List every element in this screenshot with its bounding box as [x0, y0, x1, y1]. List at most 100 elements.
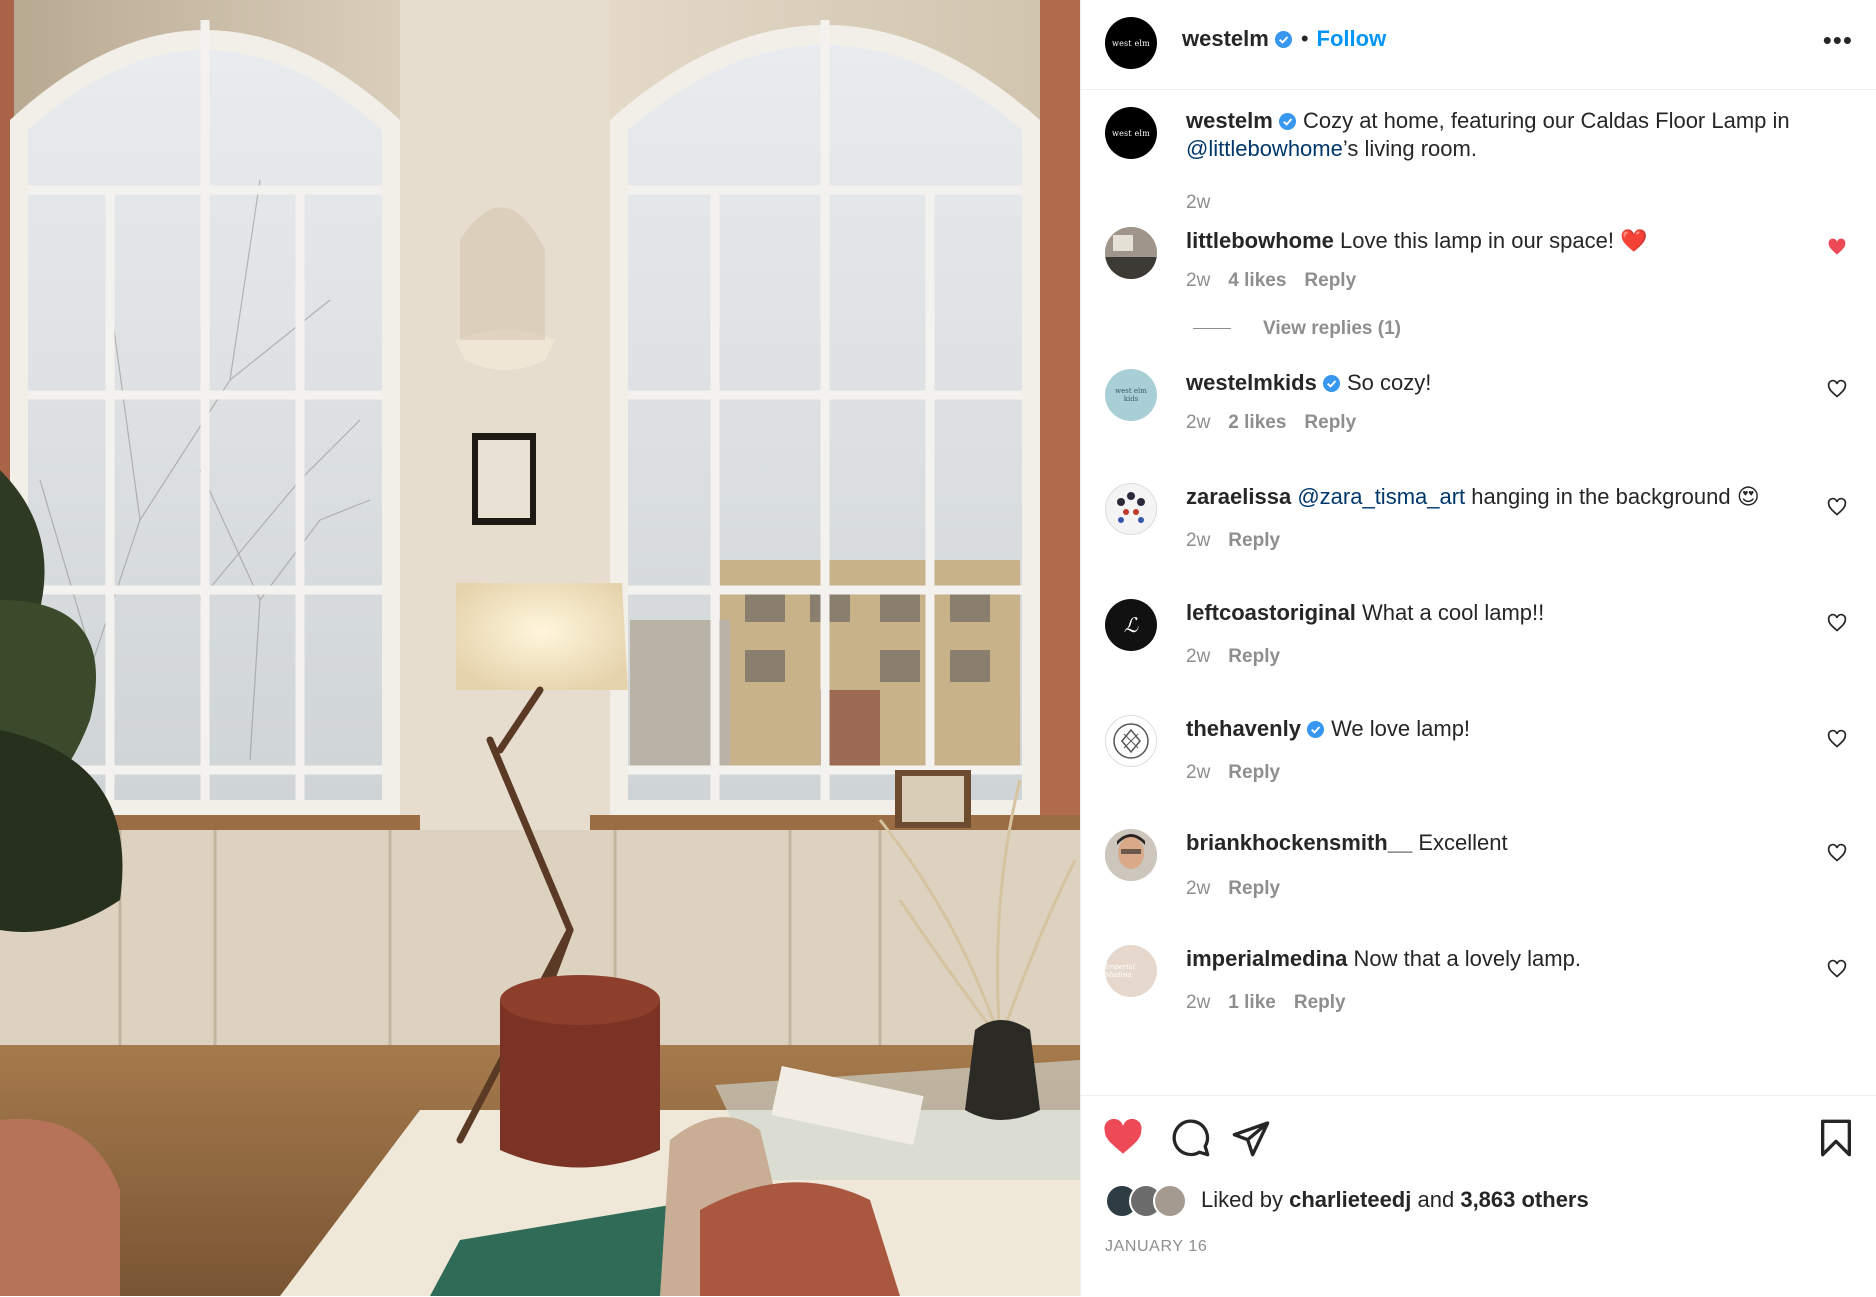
avatar-monogram: ℒ [1123, 613, 1139, 637]
author-avatar[interactable]: west elm [1105, 17, 1157, 69]
liked-by-prefix: Liked by [1201, 1187, 1283, 1212]
comment-body: Love this lamp in our space! [1340, 228, 1614, 253]
comment-time: 2w [1186, 270, 1211, 291]
comment-meta: 2w Reply [1186, 878, 1298, 900]
comment-text: imperialmedina Now that a lovely lamp. [1186, 945, 1806, 973]
reply-button[interactable]: Reply [1304, 412, 1356, 433]
liker-avatar [1153, 1184, 1187, 1218]
comments-list[interactable]: west elm westelm Cozy at home, featuring… [1081, 90, 1876, 1095]
post-photo[interactable] [0, 0, 1080, 1296]
reply-button[interactable]: Reply [1304, 270, 1356, 291]
reply-button[interactable]: Reply [1228, 762, 1280, 783]
commenter-avatar[interactable]: west elm kids [1105, 369, 1157, 421]
heart-outline-icon[interactable] [1827, 613, 1847, 633]
comment-body: Now that a lovely lamp. [1353, 946, 1581, 971]
comment-time: 2w [1186, 412, 1211, 433]
verified-badge-icon [1306, 720, 1324, 739]
reply-button[interactable]: Reply [1228, 646, 1280, 667]
comment-time: 2w [1186, 530, 1211, 551]
liked-heart-icon[interactable] [1827, 237, 1847, 257]
comment-username[interactable]: briankhockensmith__ [1186, 830, 1412, 855]
heart-outline-icon[interactable] [1827, 497, 1847, 517]
avatar-logo-text: west elm kids [1115, 387, 1147, 403]
save-bookmark-icon[interactable] [1819, 1118, 1853, 1158]
liker-avatars [1105, 1184, 1193, 1218]
likes-summary[interactable]: Liked by charlieteedj and 3,863 others [1105, 1184, 1589, 1218]
comment-meta: 2w 1 like Reply [1186, 992, 1364, 1014]
liked-by-others[interactable]: 3,863 others [1460, 1187, 1588, 1213]
comment-emoji: ❤️ [1620, 228, 1648, 253]
comment-meta: 2w Reply [1186, 762, 1298, 784]
reply-button[interactable]: Reply [1228, 530, 1280, 551]
caption-body: Cozy at home, featuring our Caldas Floor… [1302, 108, 1790, 133]
avatar-logo-text: Imperial Medina [1105, 963, 1136, 979]
follow-button[interactable]: Follow [1317, 26, 1387, 51]
comment-likes[interactable]: 4 likes [1228, 270, 1286, 291]
comment-emoji: 😍 [1736, 484, 1760, 509]
commenter-avatar[interactable] [1105, 483, 1157, 535]
comment-text: zaraelissa @zara_tisma_art hanging in th… [1186, 483, 1806, 511]
heart-outline-icon[interactable] [1827, 843, 1847, 863]
living-room-photo [0, 0, 1080, 1296]
heart-outline-icon[interactable] [1827, 379, 1847, 399]
more-horizontal-icon[interactable]: ••• [1823, 27, 1853, 53]
like-heart-icon[interactable] [1103, 1118, 1143, 1156]
post-header: west elm westelm • Follow ••• [1081, 0, 1876, 90]
comment-body: We love lamp! [1331, 716, 1471, 741]
reply-button[interactable]: Reply [1228, 878, 1280, 899]
comment-time: 2w [1186, 762, 1211, 783]
commenter-avatar[interactable]: ℒ [1105, 599, 1157, 651]
comment-meta: 2w Reply [1186, 646, 1298, 668]
comment-username[interactable]: zaraelissa [1186, 484, 1291, 509]
verified-badge-icon [1274, 30, 1292, 49]
comment-body: So cozy! [1346, 370, 1432, 395]
reply-button[interactable]: Reply [1294, 992, 1346, 1013]
caption-text: westelm Cozy at home, featuring our Cald… [1186, 107, 1806, 163]
verified-badge-icon [1278, 112, 1296, 131]
caption-avatar[interactable]: west elm [1105, 107, 1157, 159]
commenter-avatar[interactable] [1105, 829, 1157, 881]
comment-username[interactable]: leftcoastoriginal [1186, 600, 1356, 625]
comment-text: westelmkids So cozy! [1186, 369, 1806, 397]
commenter-avatar[interactable]: Imperial Medina [1105, 945, 1157, 997]
commenter-avatar[interactable] [1105, 715, 1157, 767]
comment-text: briankhockensmith__ Excellent [1186, 829, 1806, 857]
caption-username[interactable]: westelm [1186, 108, 1273, 133]
heart-outline-icon[interactable] [1827, 959, 1847, 979]
comment-body: Excellent [1418, 830, 1508, 855]
view-replies-button[interactable]: View replies (1) [1193, 318, 1401, 340]
comment-icon[interactable] [1171, 1118, 1211, 1158]
liked-by-and: and [1417, 1187, 1455, 1212]
comment-text: thehavenly We love lamp! [1186, 715, 1806, 743]
comment-time: 2w [1186, 878, 1211, 899]
comment-username[interactable]: thehavenly [1186, 716, 1301, 741]
post-modal: west elm westelm • Follow ••• west elm wes… [0, 0, 1876, 1296]
avatar-photo [1117, 492, 1145, 523]
avatar-photo [1105, 227, 1157, 279]
comment-likes[interactable]: 2 likes [1228, 412, 1286, 433]
post-date[interactable]: JANUARY 16 [1105, 1238, 1207, 1256]
comment-likes[interactable]: 1 like [1228, 992, 1276, 1013]
liked-by-user[interactable]: charlieteedj [1289, 1187, 1411, 1213]
heart-outline-icon[interactable] [1827, 729, 1847, 749]
share-paper-plane-icon[interactable] [1231, 1118, 1271, 1158]
separator-dot: • [1300, 26, 1309, 51]
caption-meta: 2w [1186, 192, 1228, 214]
comment-username[interactable]: westelmkids [1186, 370, 1317, 395]
author-line: westelm • Follow [1182, 26, 1386, 52]
post-actions: Liked by charlieteedj and 3,863 others J… [1081, 1095, 1876, 1297]
comment-mention-link[interactable]: @zara_tisma_art [1297, 484, 1465, 509]
comment-body: hanging in the background [1471, 484, 1731, 509]
commenter-avatar[interactable] [1105, 227, 1157, 279]
author-username[interactable]: westelm [1182, 26, 1269, 51]
comment-text: littlebowhome Love this lamp in our spac… [1186, 227, 1806, 255]
comment-text: leftcoastoriginal What a cool lamp!! [1186, 599, 1806, 627]
comment-username[interactable]: littlebowhome [1186, 228, 1334, 253]
caption-time: 2w [1186, 192, 1211, 213]
comment-meta: 2w Reply [1186, 530, 1298, 552]
caption-body-end: ’s living room. [1342, 136, 1477, 161]
comment-username[interactable]: imperialmedina [1186, 946, 1347, 971]
caption-mention-link[interactable]: @littlebowhome [1186, 136, 1343, 161]
comment-time: 2w [1186, 646, 1211, 667]
avatar-logo-text: west elm [1112, 38, 1150, 48]
